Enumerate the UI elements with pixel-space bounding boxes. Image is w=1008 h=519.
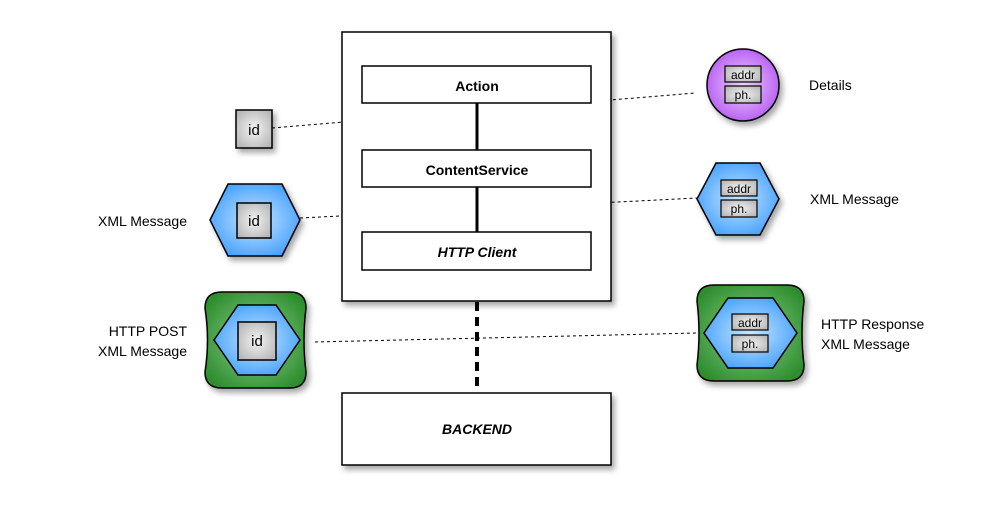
ph-label: ph. — [735, 88, 752, 102]
http-post-xml-label: XML Message — [98, 343, 187, 359]
addr-label: addr — [727, 182, 751, 196]
backend-label: BACKEND — [442, 421, 512, 437]
ph-label: ph. — [731, 202, 748, 216]
backend-box: BACKEND — [341, 392, 612, 466]
content-service-label: ContentService — [426, 162, 529, 178]
xml-message-response: addr ph. — [696, 162, 780, 236]
http-response-envelope: addr ph. — [696, 284, 805, 382]
addr-label: addr — [731, 68, 755, 82]
http-post-envelope: id — [204, 291, 307, 389]
http-response-xml-label: XML Message — [821, 336, 910, 352]
id-label: id — [251, 333, 263, 350]
ph-label: ph. — [742, 337, 759, 351]
details-label: Details — [809, 77, 852, 93]
http-post-label: HTTP POST — [109, 323, 188, 339]
client-container: Action ContentService HTTP Client — [341, 31, 612, 302]
http-response-label: HTTP Response — [821, 316, 924, 332]
action-label: Action — [455, 78, 499, 94]
xml-message-left-label: XML Message — [98, 213, 187, 229]
connector-http — [314, 332, 698, 343]
xml-message-request: id — [209, 183, 301, 257]
details-object: addr ph. — [706, 48, 780, 122]
addr-label: addr — [738, 316, 762, 330]
id-label: id — [248, 122, 260, 139]
architecture-diagram: Action ContentService HTTP Client BACKEN… — [98, 31, 924, 466]
id-label: id — [248, 213, 260, 230]
http-client-label: HTTP Client — [438, 244, 518, 260]
xml-message-right-label: XML Message — [810, 191, 899, 207]
